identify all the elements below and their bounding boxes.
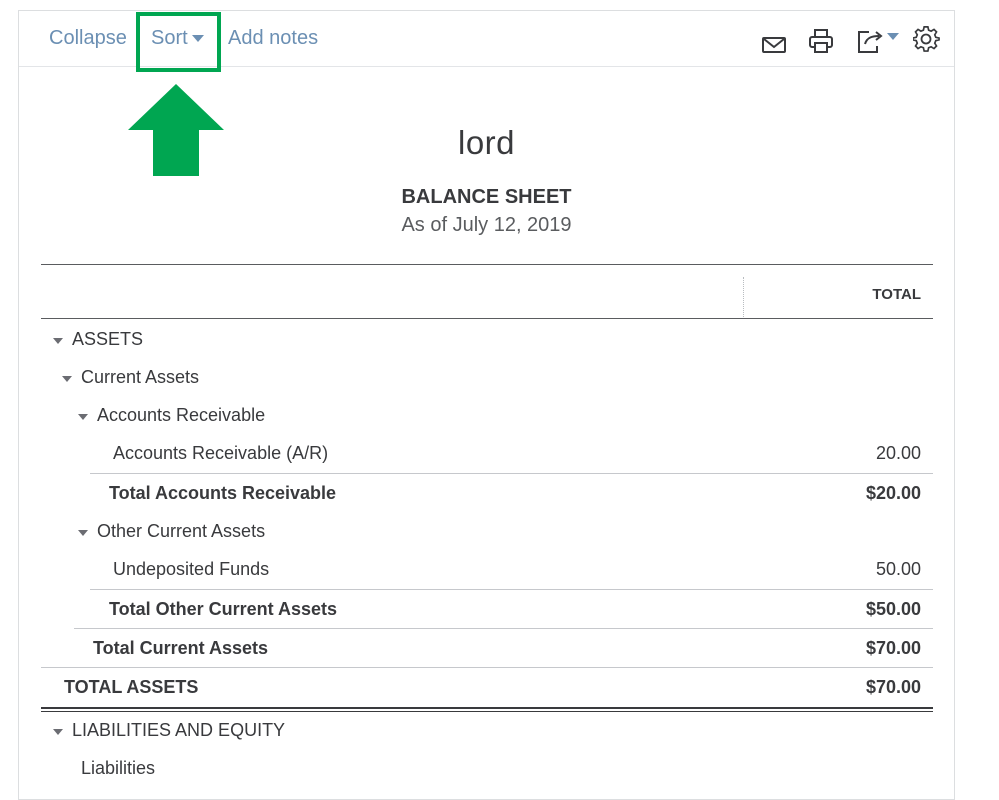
print-icon[interactable] (807, 27, 835, 60)
email-icon[interactable] (761, 35, 787, 60)
settings-icon[interactable] (912, 26, 941, 59)
row-label: TOTAL ASSETS (64, 677, 199, 697)
header-rule-top (41, 264, 933, 265)
row-amount[interactable]: 20.00 (876, 443, 921, 464)
row-label: Liabilities (81, 758, 156, 778)
row-label: Undeposited Funds (113, 559, 270, 579)
row-total-current-assets: Total Current Assets $70.00 (74, 628, 933, 667)
row-label: Total Other Current Assets (109, 599, 338, 619)
collapse-link[interactable]: Collapse (49, 25, 127, 51)
row-amount[interactable]: $50.00 (866, 599, 921, 620)
row-label: LIABILITIES AND EQUITY (72, 720, 286, 740)
collapse-triangle-icon[interactable] (62, 376, 72, 382)
row-label: ASSETS (72, 329, 144, 349)
sort-label: Sort (151, 27, 188, 49)
row-amount[interactable]: $70.00 (866, 638, 921, 659)
row-label: Current Assets (81, 367, 200, 387)
row-total-other-current-assets: Total Other Current Assets $50.00 (90, 589, 933, 628)
double-rule-top (41, 707, 933, 709)
row-label: Total Current Assets (93, 638, 269, 658)
collapse-triangle-icon[interactable] (53, 338, 63, 344)
report-toolbar: Collapse Sort Add notes (19, 11, 954, 67)
row-amount[interactable]: $70.00 (866, 677, 921, 698)
chevron-down-icon (191, 35, 204, 43)
collapse-triangle-icon[interactable] (78, 414, 88, 420)
row-liabilities-and-equity[interactable]: LIABILITIES AND EQUITY (41, 711, 933, 749)
row-amount[interactable]: 50.00 (876, 559, 921, 580)
company-name: lord (457, 124, 516, 161)
export-icon[interactable] (855, 27, 901, 60)
row-accounts-receivable[interactable]: Accounts Receivable (41, 396, 933, 434)
row-total-accounts-receivable: Total Accounts Receivable $20.00 (90, 473, 933, 512)
row-label: Accounts Receivable (97, 405, 266, 425)
row-assets[interactable]: ASSETS (41, 320, 933, 358)
sort-dropdown[interactable]: Sort (151, 25, 204, 51)
header-rule-bottom (41, 318, 933, 319)
collapse-triangle-icon[interactable] (78, 530, 88, 536)
add-notes-link[interactable]: Add notes (228, 25, 318, 51)
row-label: Total Accounts Receivable (109, 483, 337, 503)
row-amount[interactable]: $20.00 (866, 483, 921, 504)
row-other-current-assets[interactable]: Other Current Assets (41, 512, 933, 550)
report-title: BALANCE SHEET (401, 186, 572, 208)
row-label: Other Current Assets (97, 521, 266, 541)
row-current-assets[interactable]: Current Assets (41, 358, 933, 396)
collapse-triangle-icon[interactable] (53, 729, 63, 735)
report-date: As of July 12, 2019 (401, 214, 572, 236)
row-label: Accounts Receivable (A/R) (113, 443, 329, 463)
row-total-assets: TOTAL ASSETS $70.00 (41, 667, 933, 706)
row-liabilities[interactable]: Liabilities (41, 749, 933, 787)
column-header-total: TOTAL (872, 286, 921, 303)
row-undeposited-funds[interactable]: Undeposited Funds 50.00 (41, 550, 933, 588)
row-accounts-receivable-ar[interactable]: Accounts Receivable (A/R) 20.00 (41, 434, 933, 472)
